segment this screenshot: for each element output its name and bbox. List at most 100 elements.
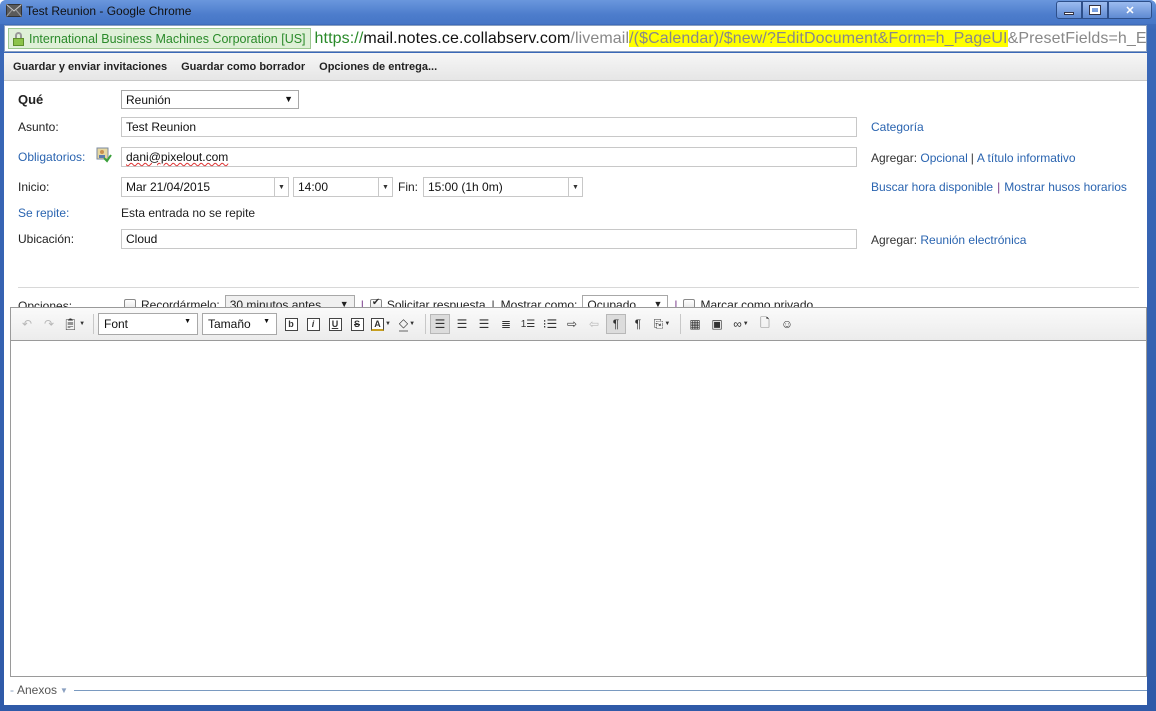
save-and-send-button[interactable]: Guardar y enviar invitaciones (13, 61, 167, 73)
paste-button[interactable]: 📋︎ ▼ (61, 314, 87, 334)
subject-input[interactable]: Test Reunion (121, 117, 857, 137)
location-input[interactable]: Cloud (121, 229, 857, 249)
start-date-dropdown-icon[interactable]: ▼ (274, 178, 288, 196)
maximize-icon (1089, 5, 1101, 15)
time-links-row: Buscar hora disponible | Mostrar husos hor… (871, 180, 1127, 194)
editor-body[interactable] (11, 341, 1146, 676)
entry-type-value: Reunión (126, 93, 171, 107)
maximize-button[interactable] (1082, 1, 1108, 19)
italic-button[interactable]: i (303, 314, 323, 334)
repeats-link[interactable]: Se repite: (18, 206, 69, 220)
attachments-section: - Anexos ▼ (10, 683, 1147, 697)
url-rest: &PresetFields=h_Edi (1007, 29, 1147, 47)
end-time-value: 15:00 (1h 0m) (428, 180, 503, 194)
bulleted-list-icon: ⁝☰ (542, 317, 558, 331)
align-center-button[interactable]: ☰ (452, 314, 472, 334)
align-right-icon: ☰ (478, 317, 490, 331)
strikethrough-icon: S (350, 317, 364, 331)
divider (18, 287, 1139, 288)
image-icon: ▣ (711, 317, 723, 331)
add-attendees-row: Agregar: Opcional | A título informativo (871, 151, 1076, 165)
outdent-icon: ⇦ (588, 317, 600, 331)
spell-check-button[interactable]: ⎘ ▼ (650, 314, 674, 334)
attachments-toggle[interactable]: Anexos (17, 683, 57, 697)
bulleted-list-button[interactable]: ⁝☰ (540, 314, 560, 334)
justify-button[interactable]: ≣ (496, 314, 516, 334)
align-center-icon: ☰ (456, 317, 468, 331)
url-text[interactable]: https://mail.notes.ce.collabserv.com/liv… (315, 29, 1147, 48)
bookmark-icon: 🗋︎ (760, 315, 770, 330)
rtl-button[interactable]: ¶ (628, 314, 648, 334)
end-time-dropdown-icon[interactable]: ▼ (568, 178, 582, 196)
close-button[interactable]: ✕ (1108, 1, 1152, 19)
address-book-icon[interactable] (96, 147, 112, 163)
optional-attendees-link[interactable]: Opcional (920, 151, 967, 165)
ev-certificate-badge[interactable]: International Business Machines Corporat… (8, 28, 311, 49)
table-icon: ▦ (689, 317, 701, 331)
bold-button[interactable]: b (281, 314, 301, 334)
action-bar: Guardar y enviar invitaciones Guardar co… (4, 53, 1147, 81)
location-label: Ubicación: (18, 232, 75, 246)
end-time-input[interactable]: 15:00 (1h 0m) ▼ (423, 177, 583, 197)
minimize-button[interactable] (1056, 1, 1082, 19)
repeats-value: Esta entrada no se repite (121, 206, 256, 220)
align-left-button[interactable]: ☰ (430, 314, 450, 334)
highlight-button[interactable]: ◇ ▼ (395, 314, 419, 334)
indent-button[interactable]: ⇨ (562, 314, 582, 334)
strikethrough-button[interactable]: S (347, 314, 367, 334)
highlight-icon: ◇ (398, 316, 409, 332)
address-bar[interactable]: International Business Machines Corporat… (4, 25, 1147, 52)
numbered-list-button[interactable]: 1☰ (518, 314, 538, 334)
align-right-button[interactable]: ☰ (474, 314, 494, 334)
required-attendees-field[interactable]: dani@pixelout.com (121, 147, 857, 167)
text-color-icon: A (371, 317, 385, 331)
fyi-attendees-link[interactable]: A título informativo (977, 151, 1076, 165)
delivery-options-button[interactable]: Opciones de entrega... (319, 61, 437, 73)
close-icon: ✕ (1125, 4, 1135, 17)
emoticon-button[interactable]: ☺ (777, 314, 797, 334)
undo-icon: ↶ (21, 317, 33, 331)
redo-button[interactable]: ↷ (39, 314, 59, 334)
bold-icon: b (284, 317, 298, 331)
attachments-divider (73, 689, 1147, 691)
add-label: Agregar: (871, 151, 918, 165)
insert-image-button[interactable]: ▣ (707, 314, 727, 334)
size-select[interactable]: Tamaño ▼ (202, 313, 277, 335)
insert-table-button[interactable]: ▦ (685, 314, 705, 334)
text-color-button[interactable]: A ▼ (369, 314, 393, 334)
end-label: Fin: (398, 180, 419, 194)
ltr-button[interactable]: ¶ (606, 314, 626, 334)
start-time-dropdown-icon[interactable]: ▼ (378, 178, 392, 196)
chevron-down-icon[interactable]: ▼ (60, 686, 68, 695)
mail-envelope-icon (6, 4, 22, 17)
rtl-icon: ¶ (634, 317, 642, 331)
save-draft-button[interactable]: Guardar como borrador (181, 61, 305, 73)
size-value: Tamaño (208, 317, 251, 331)
outdent-button[interactable]: ⇦ (584, 314, 604, 334)
spell-check-icon: ⎘ (653, 316, 664, 331)
clipboard-icon: 📋︎ (62, 317, 79, 331)
dropdown-arrow-icon: ▼ (284, 94, 293, 104)
show-time-zones-link[interactable]: Mostrar husos horarios (1004, 180, 1127, 194)
find-available-time-link[interactable]: Buscar hora disponible (871, 180, 993, 194)
url-path: /livemail (570, 29, 630, 47)
required-attendees-link[interactable]: Obligatorios: (18, 150, 85, 164)
rich-text-editor: ↶ ↷ 📋︎ ▼ Font ▼ Tamaño ▼ b i U S A ▼ ◇ ▼ ☰ ☰ … (10, 307, 1147, 677)
editor-toolbar: ↶ ↷ 📋︎ ▼ Font ▼ Tamaño ▼ b i U S A ▼ ◇ ▼ ☰ ☰ … (11, 308, 1146, 341)
online-meeting-link[interactable]: Reunión electrónica (920, 233, 1026, 247)
undo-button[interactable]: ↶ (17, 314, 37, 334)
insert-bookmark-button[interactable]: 🗋︎ (755, 314, 775, 334)
justify-icon: ≣ (500, 317, 512, 331)
start-date-input[interactable]: Mar 21/04/2015 ▼ (121, 177, 289, 197)
insert-link-button[interactable]: ∞ ▼ (729, 314, 753, 334)
underline-button[interactable]: U (325, 314, 345, 334)
required-attendees-value: dani@pixelout.com (126, 150, 229, 164)
start-date-value: Mar 21/04/2015 (126, 180, 211, 194)
numbered-list-icon: 1☰ (520, 318, 536, 330)
calendar-entry-page: Guardar y enviar invitaciones Guardar co… (4, 53, 1147, 705)
font-select[interactable]: Font ▼ (98, 313, 198, 335)
entry-type-select[interactable]: Reunión ▼ (121, 90, 299, 109)
start-time-input[interactable]: 14:00 ▼ (293, 177, 393, 197)
category-link[interactable]: Categoría (871, 120, 924, 134)
browser-window: Test Reunion - Google Chrome ✕ Internati… (0, 0, 1156, 711)
